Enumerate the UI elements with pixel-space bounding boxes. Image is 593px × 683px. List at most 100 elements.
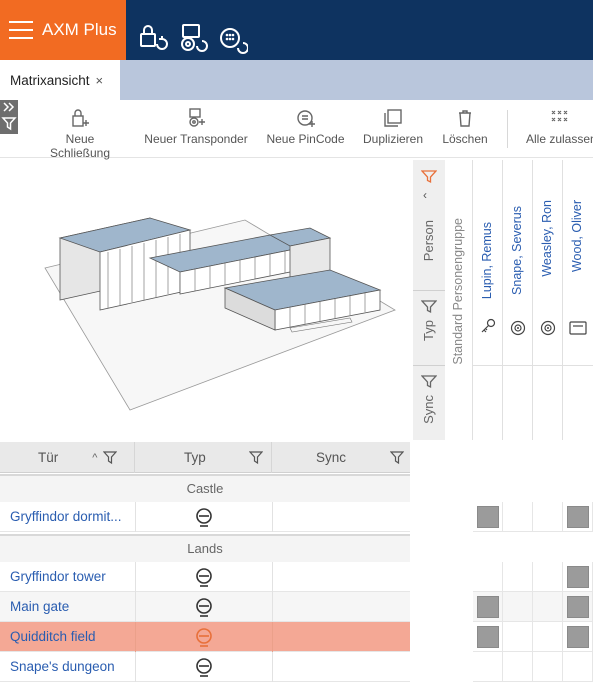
door-name[interactable]: Snape's dungeon bbox=[10, 659, 115, 674]
card-icon bbox=[569, 321, 587, 335]
matrix-cell[interactable] bbox=[563, 562, 593, 592]
matrix-cell[interactable] bbox=[563, 502, 593, 532]
person-name: Lupin, Remus bbox=[480, 222, 494, 300]
column-header-sync-label: Sync bbox=[316, 450, 347, 465]
column-header-sync[interactable]: Sync bbox=[273, 442, 410, 473]
matrix-cell[interactable] bbox=[503, 502, 533, 532]
new-transponder-label: Neuer Transponder bbox=[144, 132, 248, 146]
column-header-tuer-label: Tür bbox=[38, 450, 59, 465]
person-name: Weasley, Ron bbox=[540, 200, 554, 277]
typ-filter-label: Typ bbox=[421, 320, 436, 341]
person-filter-label: Person bbox=[421, 220, 436, 262]
matrix-cell[interactable] bbox=[473, 502, 503, 532]
matrix-cell[interactable] bbox=[503, 652, 533, 682]
tab-label: Matrixansicht bbox=[10, 72, 90, 88]
authorization-marker bbox=[567, 626, 589, 648]
person-filter-icon[interactable] bbox=[421, 170, 437, 184]
cylinder-icon bbox=[196, 628, 212, 647]
matrix-cell[interactable] bbox=[503, 562, 533, 592]
matrix-cell[interactable] bbox=[563, 652, 593, 682]
divider bbox=[413, 290, 445, 291]
duplicate-icon bbox=[384, 109, 402, 127]
table-row[interactable]: Gryffindor dormit... bbox=[0, 502, 410, 532]
table-row[interactable]: Main gate bbox=[0, 592, 410, 622]
tab-close-icon[interactable]: × bbox=[96, 73, 104, 88]
sort-asc-icon[interactable]: ^ bbox=[92, 452, 97, 464]
person-column[interactable]: Snape, Severus bbox=[503, 160, 533, 440]
table-row[interactable]: Snape's dungeon bbox=[0, 652, 410, 682]
sync-transponder-icon[interactable] bbox=[178, 22, 208, 54]
door-name[interactable]: Main gate bbox=[10, 599, 69, 614]
hamburger-menu-icon[interactable] bbox=[9, 21, 33, 39]
matrix-cell[interactable] bbox=[533, 562, 563, 592]
divider bbox=[563, 365, 593, 366]
matrix-cell[interactable] bbox=[503, 622, 533, 652]
group-header-label: Standard Personengruppe bbox=[451, 218, 465, 365]
side-panel-toggle[interactable] bbox=[0, 100, 18, 134]
authorization-marker bbox=[477, 596, 499, 618]
divider bbox=[272, 562, 273, 592]
transponder-add-icon bbox=[189, 108, 205, 127]
table-row[interactable]: Gryffindor tower bbox=[0, 562, 410, 592]
app-window: AXM Plus Matrixansicht × Neue Schließung… bbox=[0, 0, 593, 683]
person-column[interactable]: Wood, Oliver bbox=[563, 160, 593, 440]
typ-filter-icon[interactable] bbox=[421, 300, 437, 314]
matrix-cell[interactable] bbox=[533, 502, 563, 532]
divider bbox=[272, 502, 273, 532]
door-name[interactable]: Gryffindor tower bbox=[10, 569, 106, 584]
divider bbox=[533, 365, 563, 366]
person-column[interactable]: Lupin, Remus bbox=[473, 160, 503, 440]
delete-button[interactable]: Löschen bbox=[440, 104, 490, 154]
new-pincode-label: Neue PinCode bbox=[266, 132, 345, 146]
column-header-tuer[interactable]: Tür ^ bbox=[0, 442, 135, 473]
person-name: Wood, Oliver bbox=[570, 200, 584, 273]
divider bbox=[135, 622, 136, 652]
delete-label: Löschen bbox=[442, 132, 488, 146]
matrix-cell[interactable] bbox=[533, 652, 563, 682]
matrix-cell[interactable] bbox=[473, 622, 503, 652]
authorization-matrix bbox=[473, 502, 593, 683]
matrix-cell[interactable] bbox=[563, 622, 593, 652]
pincode-add-icon bbox=[296, 110, 315, 127]
matrix-cell[interactable] bbox=[563, 592, 593, 622]
filter-icon[interactable] bbox=[390, 450, 405, 465]
allow-all-icon bbox=[551, 110, 568, 122]
new-lock-button[interactable]: Neue Schließung bbox=[34, 104, 126, 160]
door-name[interactable]: Gryffindor dormit... bbox=[10, 509, 122, 524]
filter-icon[interactable] bbox=[103, 450, 118, 465]
filter-icon[interactable] bbox=[248, 450, 263, 465]
tab-matrixansicht[interactable]: Matrixansicht × bbox=[0, 60, 120, 100]
divider bbox=[135, 592, 136, 622]
matrix-cell[interactable] bbox=[533, 592, 563, 622]
table-row-selected[interactable]: Quidditch field bbox=[0, 622, 410, 652]
matrix-cell[interactable] bbox=[473, 652, 503, 682]
cylinder-icon bbox=[196, 658, 212, 677]
matrix-cell[interactable] bbox=[473, 562, 503, 592]
matrix-cell[interactable] bbox=[473, 592, 503, 622]
authorization-marker bbox=[477, 506, 499, 528]
sync-pincode-icon[interactable] bbox=[218, 22, 249, 54]
person-column[interactable]: Weasley, Ron bbox=[533, 160, 563, 440]
allow-all-button[interactable]: Alle zulassen bbox=[526, 104, 593, 154]
new-pincode-button[interactable]: Neue PinCode bbox=[265, 104, 346, 154]
door-name[interactable]: Quidditch field bbox=[10, 629, 96, 644]
column-header-typ-label: Typ bbox=[184, 450, 206, 465]
new-transponder-button[interactable]: Neuer Transponder bbox=[143, 104, 249, 154]
matrix-cell[interactable] bbox=[533, 622, 563, 652]
building-illustration bbox=[0, 160, 410, 440]
divider bbox=[135, 502, 136, 532]
new-lock-label: Neue Schließung bbox=[49, 132, 111, 160]
column-header-typ[interactable]: Typ bbox=[136, 442, 272, 473]
collapse-chevron-icon[interactable]: ‹ bbox=[423, 188, 427, 202]
authorization-marker bbox=[477, 626, 499, 648]
matrix-cell[interactable] bbox=[503, 592, 533, 622]
duplicate-button[interactable]: Duplizieren bbox=[361, 104, 425, 154]
group-header-castle: Castle bbox=[0, 474, 410, 502]
sync-filter-icon[interactable] bbox=[421, 375, 437, 389]
divider bbox=[135, 652, 136, 682]
group-column: Standard Personengruppe bbox=[445, 160, 473, 440]
authorization-marker bbox=[567, 596, 589, 618]
sync-lock-icon[interactable] bbox=[138, 22, 168, 54]
cylinder-icon bbox=[196, 598, 212, 617]
person-column-headers: Standard Personengruppe Lupin, Remus Sna… bbox=[445, 160, 593, 440]
